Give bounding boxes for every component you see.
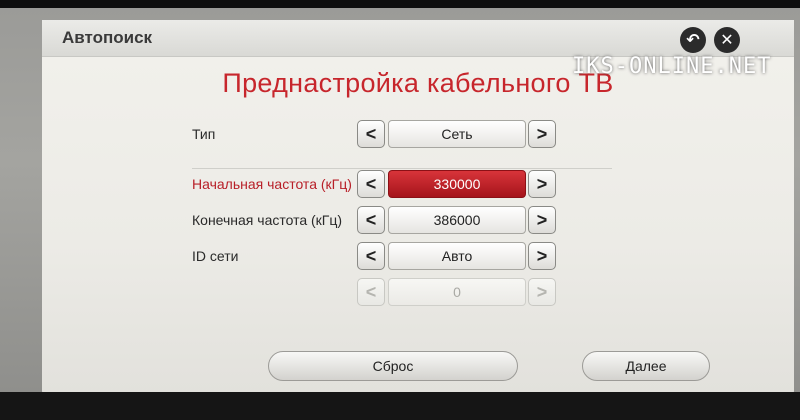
network-id-number-next-button: > [528,278,556,306]
title-bar: Автопоиск ↶ ✕ [42,20,794,57]
type-label: Тип [192,126,216,142]
back-button[interactable]: ↶ [680,27,706,53]
network-id-label: ID сети [192,248,239,264]
chevron-right-icon: > [536,123,548,144]
chevron-left-icon: < [365,123,377,144]
end-frequency-next-button[interactable]: > [528,206,556,234]
network-id-value[interactable]: Авто [388,242,526,270]
type-prev-button[interactable]: < [357,120,385,148]
chevron-right-icon: > [536,209,548,230]
divider [192,168,612,169]
chevron-left-icon: < [365,245,377,266]
network-id-prev-button[interactable]: < [357,242,385,270]
close-button[interactable]: ✕ [714,27,740,53]
end-frequency-prev-button[interactable]: < [357,206,385,234]
start-frequency-value[interactable]: 330000 [388,170,526,198]
chevron-left-icon: < [365,209,377,230]
chevron-right-icon: > [536,173,548,194]
reset-button[interactable]: Сброс [268,351,518,381]
network-id-number-value: 0 [388,278,526,306]
chevron-right-icon: > [536,281,548,302]
chevron-left-icon: < [365,173,377,194]
next-button[interactable]: Далее [582,351,710,381]
network-id-next-button[interactable]: > [528,242,556,270]
chevron-right-icon: > [536,245,548,266]
start-frequency-next-button[interactable]: > [528,170,556,198]
watermark: IKS-ONLINE.NET [572,54,772,79]
end-frequency-label: Конечная частота (кГц) [192,212,343,228]
end-frequency-value[interactable]: 386000 [388,206,526,234]
back-icon: ↶ [686,32,700,49]
network-id-number-prev-button: < [357,278,385,306]
start-frequency-prev-button[interactable]: < [357,170,385,198]
window-title: Автопоиск [62,28,153,47]
type-value[interactable]: Сеть [388,120,526,148]
type-next-button[interactable]: > [528,120,556,148]
chevron-left-icon: < [365,281,377,302]
close-icon: ✕ [720,32,734,49]
start-frequency-label: Начальная частота (кГц) [192,176,352,192]
tv-bezel-bottom [0,392,800,420]
